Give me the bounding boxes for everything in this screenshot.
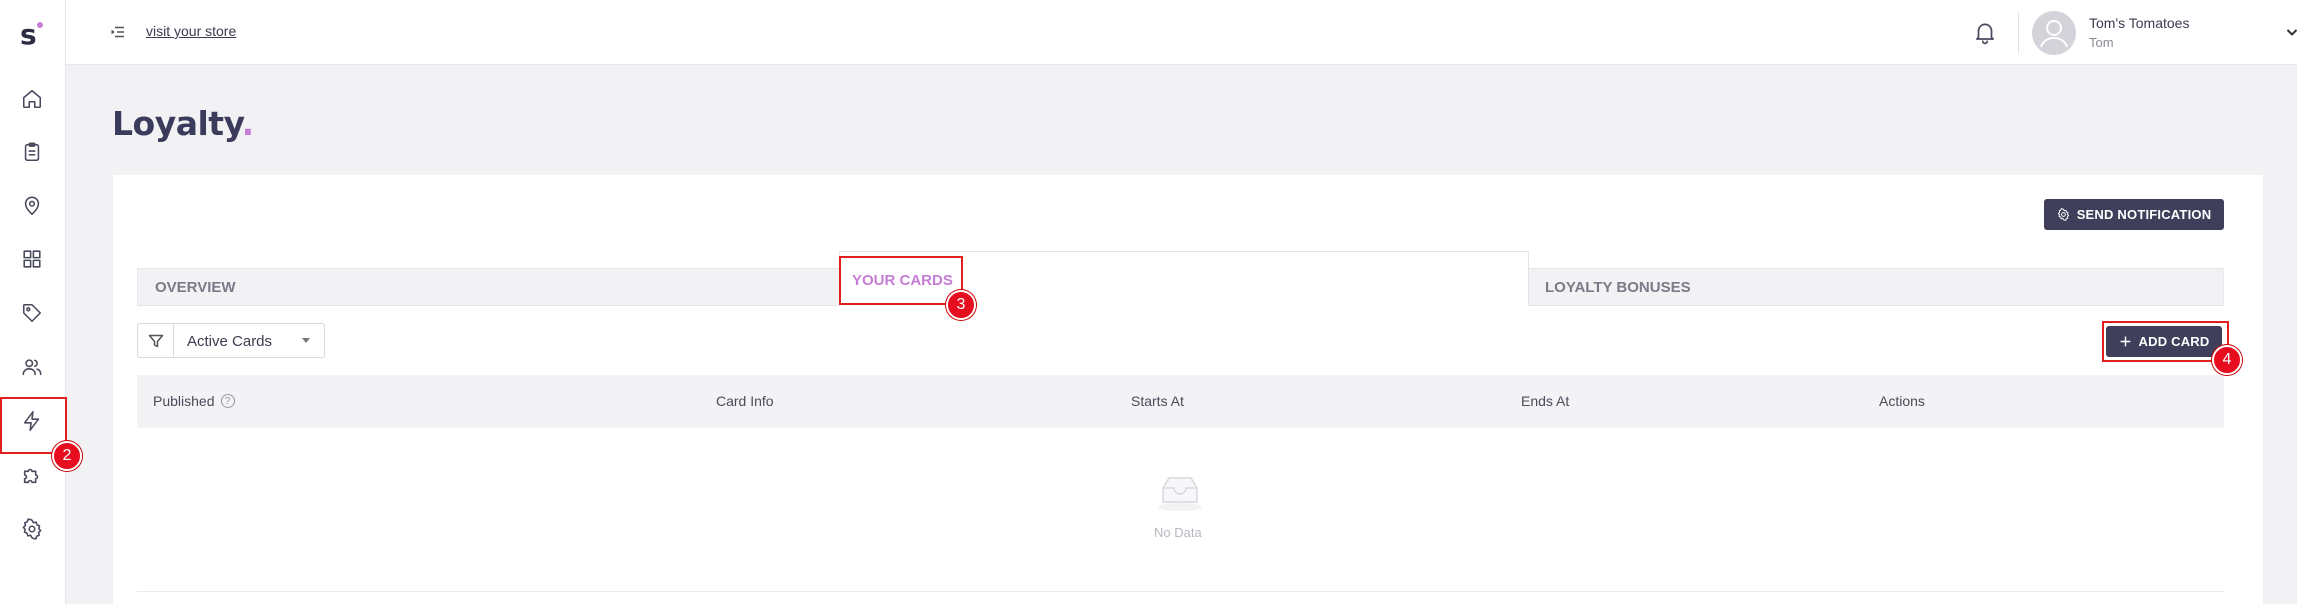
table-header: Published ? Card Info Starts At Ends At … — [137, 375, 2224, 428]
location-pin-icon[interactable] — [17, 191, 47, 221]
tag-icon[interactable] — [17, 298, 47, 328]
user-name: Tom's Tomatoes — [2089, 15, 2190, 31]
step-badge-4: 4 — [2212, 345, 2242, 375]
send-notification-label: SEND NOTIFICATION — [2076, 207, 2212, 222]
logo-dot — [37, 22, 43, 28]
help-icon[interactable]: ? — [220, 394, 235, 408]
visit-store-link[interactable]: visit your store — [146, 23, 236, 39]
sidebar: s — [0, 0, 66, 604]
caret-down-icon — [302, 338, 310, 343]
tab-loyalty-bonuses[interactable]: LOYALTY BONUSES — [1527, 268, 2224, 306]
column-label: Ends At — [1521, 393, 1570, 409]
filter-value: Active Cards — [187, 333, 273, 350]
column-label: Starts At — [1131, 393, 1184, 409]
page-title-text: Loyalty — [112, 104, 242, 143]
column-published: Published ? — [153, 393, 235, 409]
send-notification-button[interactable]: SEND NOTIFICATION — [2044, 199, 2224, 230]
tab-overview[interactable]: OVERVIEW — [137, 268, 841, 306]
step-badge-2: 2 — [52, 441, 82, 471]
bell-icon[interactable] — [1972, 19, 1998, 45]
users-icon[interactable] — [17, 352, 47, 382]
topbar-divider — [2018, 12, 2019, 54]
empty-inbox-icon — [1155, 474, 1205, 512]
filter-icon — [138, 324, 174, 357]
page-title: Loyalty. — [112, 104, 254, 143]
clipboard-icon[interactable] — [17, 137, 47, 167]
topbar: visit your store Tom's Tomatoes Tom — [66, 0, 2297, 65]
column-label: Actions — [1879, 393, 1925, 409]
step-badge-3: 3 — [946, 290, 976, 320]
grid-icon[interactable] — [17, 244, 47, 274]
table-bottom-border — [137, 591, 2224, 592]
page-title-dot: . — [241, 104, 255, 143]
tab-label: OVERVIEW — [155, 278, 236, 296]
highlight-add-card — [2102, 321, 2229, 362]
column-label: Published — [153, 393, 215, 409]
tab-label: LOYALTY BONUSES — [1545, 278, 1691, 296]
gear-icon[interactable] — [17, 514, 47, 544]
puzzle-icon[interactable] — [17, 460, 47, 490]
column-label: Card Info — [716, 393, 774, 409]
card-status-filter[interactable]: Active Cards — [137, 323, 325, 358]
avatar[interactable] — [2032, 11, 2076, 55]
gear-icon — [2057, 208, 2069, 221]
chevron-down-icon[interactable] — [2284, 24, 2297, 40]
home-icon[interactable] — [17, 84, 47, 114]
user-sub: Tom — [2089, 35, 2114, 50]
column-card-info: Card Info — [716, 393, 774, 409]
column-actions: Actions — [1879, 393, 1925, 409]
column-starts-at: Starts At — [1131, 393, 1184, 409]
logo-letter: s — [20, 18, 37, 51]
column-ends-at: Ends At — [1521, 393, 1569, 409]
empty-state-text: No Data — [1154, 525, 1202, 540]
menu-toggle-icon[interactable] — [110, 24, 126, 40]
logo[interactable]: s — [20, 20, 46, 50]
highlight-tab-your-cards — [839, 256, 963, 305]
